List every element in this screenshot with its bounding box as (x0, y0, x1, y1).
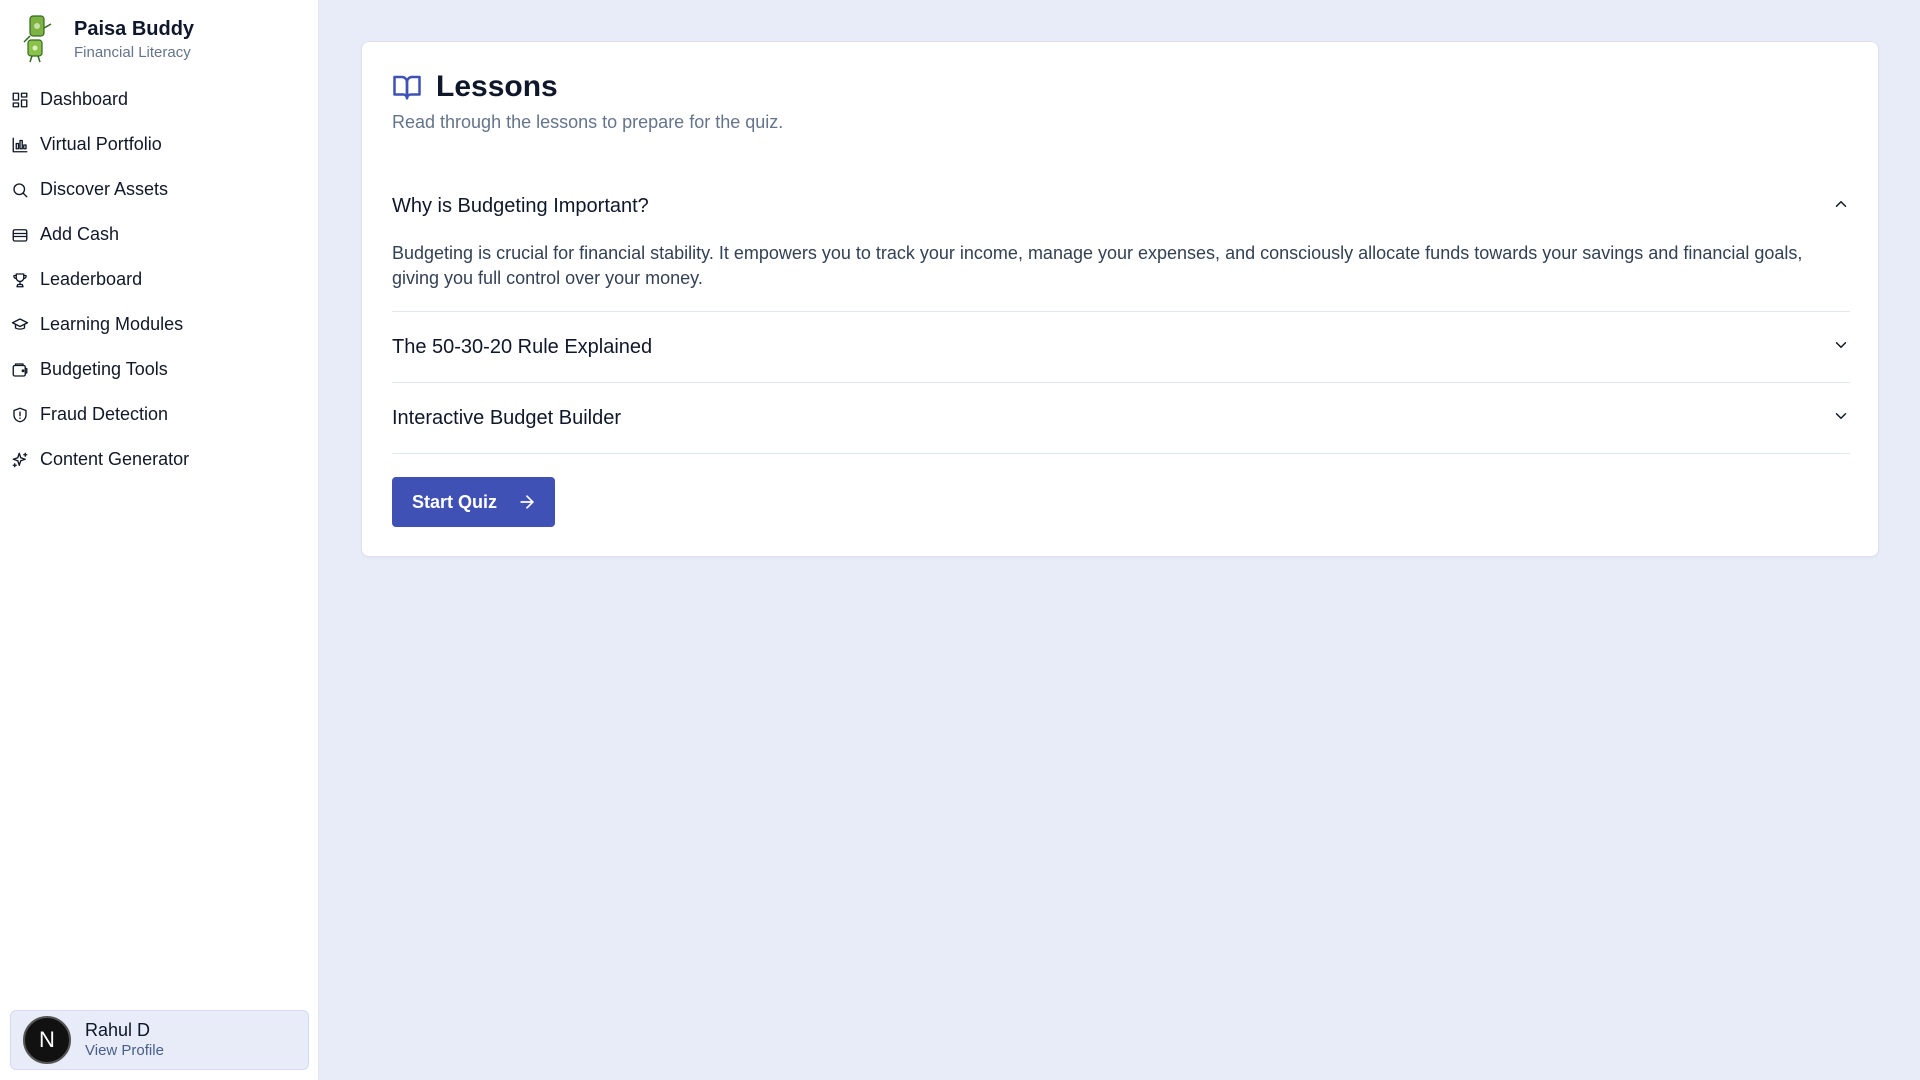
accordion-trigger-why-budgeting[interactable]: Why is Budgeting Important? (392, 171, 1850, 241)
purse-icon (10, 360, 30, 380)
sidebar-item-budgeting-tools[interactable]: Budgeting Tools (0, 347, 318, 392)
sidebar-item-discover-assets[interactable]: Discover Assets (0, 167, 318, 212)
sidebar-item-leaderboard[interactable]: Leaderboard (0, 257, 318, 302)
sidebar-item-label: Fraud Detection (40, 404, 169, 424)
graduation-cap-icon (10, 315, 30, 335)
sidebar-item-learning-modules[interactable]: Learning Modules (0, 302, 318, 347)
sidebar-item-label: Leaderboard (40, 269, 143, 289)
chevron-down-icon (1832, 407, 1850, 430)
page-title: Lessons (436, 70, 558, 103)
accordion-content: Budgeting is crucial for financial stabi… (392, 243, 1803, 288)
sidebar-item-label: Discover Assets (40, 179, 169, 199)
lessons-card: Lessons Read through the lessons to prep… (361, 41, 1879, 557)
view-profile-link[interactable]: View Profile (85, 1041, 164, 1061)
accordion-item: Interactive Budget Builder (392, 383, 1850, 454)
start-quiz-button[interactable]: Start Quiz (392, 477, 555, 527)
chart-icon (10, 135, 30, 155)
accordion-title: Interactive Budget Builder (392, 406, 622, 429)
brand-title: Paisa Buddy (74, 17, 195, 40)
sparkles-icon (10, 450, 30, 470)
start-quiz-label: Start Quiz (412, 491, 498, 512)
sidebar-item-label: Virtual Portfolio (40, 134, 162, 154)
avatar: N (23, 1016, 71, 1064)
arrow-right-icon (520, 495, 534, 509)
chevron-down-icon (1832, 336, 1850, 359)
search-icon (10, 180, 30, 200)
page-subtitle: Read through the lessons to prepare for … (392, 112, 784, 132)
brand[interactable]: Paisa Buddy Financial Literacy (18, 14, 194, 64)
money-mascot-icon (23, 15, 52, 63)
lessons-header: Lessons (392, 70, 558, 104)
shield-icon (10, 405, 30, 425)
accordion-title: Why is Budgeting Important? (392, 194, 649, 217)
sidebar-nav: Dashboard Virtual Portfolio Discover Ass… (0, 77, 318, 482)
sidebar-item-content-generator[interactable]: Content Generator (0, 437, 318, 482)
sidebar-item-label: Learning Modules (40, 314, 184, 334)
accordion-item: Why is Budgeting Important? Budgeting is… (392, 171, 1850, 312)
chevron-up-icon (1832, 195, 1850, 218)
wallet-icon (10, 225, 30, 245)
sidebar-item-virtual-portfolio[interactable]: Virtual Portfolio (0, 122, 318, 167)
accordion-trigger-budget-builder[interactable]: Interactive Budget Builder (392, 383, 1850, 453)
sidebar: Paisa Buddy Financial Literacy Dashboard… (0, 0, 319, 1080)
sidebar-item-label: Add Cash (40, 224, 120, 244)
sidebar-item-label: Budgeting Tools (40, 359, 168, 379)
book-open-icon (393, 75, 421, 100)
sidebar-item-dashboard[interactable]: Dashboard (0, 77, 318, 122)
accordion-trigger-50-30-20[interactable]: The 50-30-20 Rule Explained (392, 312, 1850, 382)
profile-name: Rahul D (85, 1020, 151, 1040)
sidebar-item-label: Dashboard (40, 89, 129, 109)
dashboard-icon (10, 90, 30, 110)
sidebar-item-label: Content Generator (40, 449, 190, 469)
sidebar-item-add-cash[interactable]: Add Cash (0, 212, 318, 257)
profile-card[interactable]: N Rahul D View Profile (10, 1010, 309, 1070)
sidebar-item-fraud-detection[interactable]: Fraud Detection (0, 392, 318, 437)
brand-subtitle: Financial Literacy (74, 43, 191, 61)
divider (392, 453, 1850, 454)
lessons-accordion: Why is Budgeting Important? Budgeting is… (392, 171, 1850, 454)
trophy-icon (10, 270, 30, 290)
accordion-title: The 50-30-20 Rule Explained (392, 335, 653, 358)
accordion-item: The 50-30-20 Rule Explained (392, 312, 1850, 383)
